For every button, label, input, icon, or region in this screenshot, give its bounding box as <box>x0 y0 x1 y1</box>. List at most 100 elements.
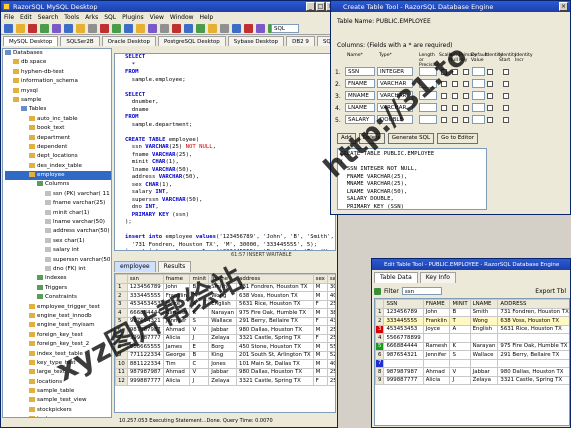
column-checkbox[interactable] <box>463 81 469 87</box>
result-cell[interactable]: J <box>189 333 210 343</box>
column-type-select[interactable]: VARCHAR <box>377 79 413 88</box>
column-checkbox[interactable] <box>463 93 469 99</box>
edit-cell[interactable]: 5 <box>375 341 385 351</box>
edit-header[interactable] <box>375 299 385 309</box>
edit-cell[interactable]: T <box>449 316 471 326</box>
result-cell[interactable]: M <box>312 350 328 360</box>
connection-tab[interactable]: Oracle Desktop <box>101 36 156 46</box>
column-type-select[interactable]: DOUBLE <box>377 115 413 124</box>
column-checkbox[interactable] <box>503 69 509 75</box>
column-type-select[interactable]: VARCHAR <box>377 91 413 100</box>
edit-cell[interactable] <box>449 333 471 343</box>
column-checkbox[interactable] <box>441 105 447 111</box>
toolbar-tool-icon[interactable] <box>196 24 205 33</box>
tree-node[interactable]: engine_test_myisam <box>5 321 111 330</box>
result-row[interactable]: 10 881122334 Tim C Jones 101 Main St, Dallas … <box>115 359 335 369</box>
create-button[interactable]: Add <box>337 133 356 144</box>
result-cell[interactable]: 3321 Castle, Spring TX <box>236 333 314 343</box>
result-cell[interactable]: 975 Fire Oak, Humble TX <box>236 308 314 318</box>
edit-cell[interactable] <box>449 358 471 368</box>
column-default-field[interactable] <box>472 91 485 100</box>
toolbar-tool-icon[interactable] <box>100 24 109 33</box>
tree-node[interactable]: foreign_key_test_2 <box>5 340 111 349</box>
edit-cell[interactable]: 6 <box>375 350 385 360</box>
column-length-field[interactable] <box>419 115 437 124</box>
toolbar-tool-icon[interactable] <box>112 24 121 33</box>
edit-row[interactable]: 1 123456789 John B Smith 731 Fondren, Houston… <box>375 307 569 317</box>
edit-cell[interactable]: J <box>449 375 471 385</box>
column-name-field[interactable]: FNAME <box>345 79 375 88</box>
result-header[interactable]: sex <box>312 274 328 284</box>
tree-node[interactable]: dependent <box>5 143 111 152</box>
result-cell[interactable]: Narayan <box>208 308 238 318</box>
tree-node[interactable]: Triggers <box>5 284 111 293</box>
edit-cell[interactable]: John <box>422 307 451 317</box>
result-cell[interactable]: 987987987 <box>126 325 164 335</box>
result-cell[interactable]: M <box>312 359 328 369</box>
tree-node[interactable]: ssn (PK) varchar( 11 ) <box>5 190 111 199</box>
edit-row[interactable]: 2 333445555 Franklin T Wong 638 Voss, Houston… <box>375 316 569 326</box>
toolbar-tool-icon[interactable] <box>220 24 229 33</box>
edit-cell[interactable]: 8 <box>375 367 385 377</box>
column-checkbox[interactable] <box>452 105 458 111</box>
tree-node[interactable]: Constraints <box>5 293 111 302</box>
result-cell[interactable]: M <box>312 342 328 352</box>
tree-node[interactable]: index_test_table <box>5 350 111 359</box>
column-checkbox[interactable] <box>463 69 469 75</box>
result-cell[interactable]: 2 <box>115 291 128 301</box>
column-checkbox[interactable] <box>452 93 458 99</box>
edit-cell[interactable]: 5631 Rice, Houston TX <box>497 324 569 334</box>
result-cell[interactable]: F <box>312 333 328 343</box>
column-checkbox[interactable] <box>503 81 509 87</box>
result-cell[interactable]: M <box>312 367 328 377</box>
toolbar-tool-icon[interactable] <box>232 24 241 33</box>
result-cell[interactable]: F <box>312 316 328 326</box>
connection-tab[interactable]: SQLSer2B <box>60 36 100 46</box>
result-cell[interactable]: V <box>189 367 210 377</box>
edit-row[interactable]: 7 <box>375 358 569 368</box>
result-row[interactable]: 7 999887777 Alicia J Zelaya 3321 Castle, Spri… <box>115 333 335 343</box>
result-cell[interactable]: B <box>189 282 210 292</box>
toolbar-tool-icon[interactable] <box>40 24 49 33</box>
tree-node[interactable]: minit char(1) <box>5 209 111 218</box>
result-cell[interactable]: T <box>189 291 210 301</box>
result-cell[interactable]: Joyce <box>162 299 191 309</box>
result-cell[interactable]: 30000 <box>326 282 335 292</box>
edit-cell[interactable]: 4 <box>375 333 385 343</box>
column-checkbox[interactable] <box>503 93 509 99</box>
result-cell[interactable]: Alicia <box>162 333 191 343</box>
column-default-field[interactable] <box>472 79 485 88</box>
edit-cell[interactable]: Ahmad <box>422 367 451 377</box>
result-cell[interactable]: 25000 <box>326 333 335 343</box>
tree-node[interactable]: mysql <box>5 87 111 96</box>
result-cell[interactable]: 453453453 <box>126 299 164 309</box>
menu-view[interactable]: View <box>150 14 164 21</box>
result-cell[interactable]: Ahmad <box>162 325 191 335</box>
tree-node[interactable]: auto_inc_table <box>5 115 111 124</box>
result-cell[interactable]: 52000 <box>326 350 335 360</box>
column-checkbox[interactable] <box>487 81 493 87</box>
menu-edit[interactable]: Edit <box>20 14 32 21</box>
edit-cell[interactable]: Franklin <box>422 316 451 326</box>
tree-node[interactable]: department <box>5 134 111 143</box>
column-length-field[interactable] <box>419 103 437 112</box>
menu-arks[interactable]: Arks <box>85 14 98 21</box>
toolbar-tool-icon[interactable] <box>4 24 13 33</box>
result-cell[interactable]: 3 <box>115 299 128 309</box>
result-cell[interactable]: 3321 Castle, Spring TX <box>236 376 314 386</box>
result-header[interactable]: fname <box>162 274 191 284</box>
result-row[interactable]: 6 987987987 Ahmad V Jabbar 980 Dallas, Housto… <box>115 325 335 335</box>
result-cell[interactable]: 638 Voss, Houston TX <box>236 291 314 301</box>
column-name-field[interactable]: LNAME <box>345 103 375 112</box>
column-checkbox[interactable] <box>441 93 447 99</box>
edit-cell[interactable]: Alicia <box>422 375 451 385</box>
column-checkbox[interactable] <box>487 93 493 99</box>
column-checkbox[interactable] <box>441 117 447 123</box>
edit-row[interactable]: 8 987987987 Ahmad V Jabbar 980 Dallas, Housto… <box>375 367 569 377</box>
result-cell[interactable]: 7 <box>115 333 128 343</box>
result-tab-results[interactable]: Results <box>157 261 192 272</box>
create-button[interactable]: Generate SQL <box>387 133 435 144</box>
result-cell[interactable]: 9 <box>115 350 128 360</box>
tree-node[interactable]: Tables <box>5 105 111 114</box>
result-cell[interactable]: 6 <box>115 325 128 335</box>
